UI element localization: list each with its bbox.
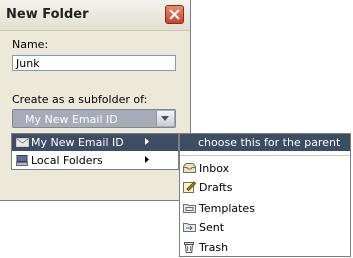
- parent-folder-value: My New Email ID: [25, 113, 118, 126]
- submenu-item-label: Templates: [199, 202, 255, 215]
- dialog-title: New Folder: [6, 7, 89, 22]
- submenu-arrow-icon: [145, 138, 149, 145]
- submenu-item-label: Drafts: [199, 181, 233, 194]
- menu-item-my-new-email-id[interactable]: My New Email ID: [12, 134, 178, 151]
- parent-folder-select[interactable]: My New Email ID: [12, 109, 176, 128]
- close-icon: [169, 9, 180, 20]
- sent-icon: [183, 223, 196, 232]
- templates-icon: [183, 204, 196, 213]
- local-folders-icon: [16, 155, 28, 166]
- submenu-item-label: Inbox: [199, 162, 230, 175]
- new-folder-dialog: New Folder Name: Junk Create as a subfol…: [0, 0, 191, 201]
- folder-submenu: choose this for the parent Inbox Drafts …: [179, 133, 351, 257]
- menu-separator: [180, 155, 350, 156]
- dropdown-button[interactable]: [156, 111, 174, 126]
- account-icon: [16, 138, 29, 147]
- submenu-item-templates[interactable]: Templates: [180, 200, 350, 218]
- chevron-down-icon: [161, 116, 169, 121]
- submenu-arrow-icon: [145, 156, 149, 163]
- trash-icon: [184, 242, 194, 253]
- menu-item-local-folders[interactable]: Local Folders: [12, 152, 178, 169]
- inbox-icon: [183, 163, 196, 173]
- submenu-item-label: Sent: [199, 221, 225, 234]
- submenu-item-sent[interactable]: Sent: [180, 219, 350, 237]
- name-input[interactable]: Junk: [12, 55, 176, 71]
- menu-item-label: My New Email ID: [31, 136, 124, 149]
- name-label: Name:: [12, 38, 49, 51]
- menu-item-label: Local Folders: [31, 154, 103, 167]
- close-button[interactable]: [165, 5, 184, 24]
- drafts-icon: [183, 181, 196, 193]
- choose-parent-label: choose this for the parent: [198, 136, 341, 149]
- title-bar[interactable]: New Folder: [0, 0, 190, 31]
- choose-parent-item[interactable]: choose this for the parent: [180, 134, 350, 151]
- submenu-item-trash[interactable]: Trash: [180, 239, 350, 257]
- submenu-item-label: Trash: [199, 241, 229, 254]
- subfolder-label: Create as a subfolder of:: [12, 93, 148, 106]
- submenu-item-drafts[interactable]: Drafts: [180, 179, 350, 197]
- parent-folder-menu: My New Email ID Local Folders: [11, 133, 179, 170]
- submenu-item-inbox[interactable]: Inbox: [180, 160, 350, 178]
